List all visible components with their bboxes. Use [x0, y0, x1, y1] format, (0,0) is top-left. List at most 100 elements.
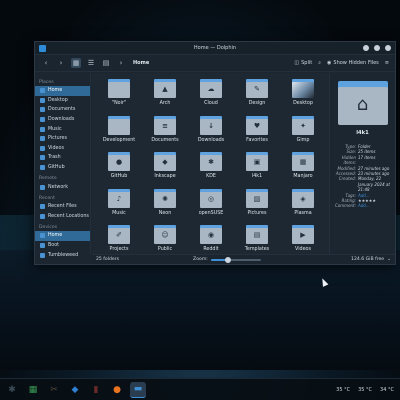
- place-icon: [40, 204, 45, 210]
- terminal-icon[interactable]: ▮: [88, 382, 104, 398]
- folder-item[interactable]: ▣ l4k1: [234, 150, 280, 187]
- temperature-readout[interactable]: 35 °C: [358, 387, 372, 393]
- minimize-button[interactable]: [363, 45, 369, 51]
- favorites-folder-icon: ♥: [246, 115, 268, 135]
- folder-emblem-icon: ☁: [207, 85, 215, 93]
- folder-emblem-icon: ♪: [116, 194, 122, 203]
- sidebar-item-videos[interactable]: Videos: [35, 144, 90, 154]
- app-launcher-icon[interactable]: ✱: [4, 382, 20, 398]
- sidebar-section-title: Devices: [39, 225, 58, 231]
- sidebar-item-home[interactable]: Home: [35, 86, 90, 96]
- sidebar-item-downloads[interactable]: Downloads: [35, 115, 90, 125]
- folder-name: l4k1: [251, 174, 263, 179]
- app-store-icon[interactable]: ◆: [67, 382, 83, 398]
- folder-name: Design: [248, 101, 266, 106]
- sidebar-item-tumbleweed[interactable]: Tumbleweed: [35, 250, 90, 260]
- folder-item[interactable]: ♥ Favorites: [234, 114, 280, 151]
- sidebar-item-github[interactable]: GitHub: [35, 163, 90, 173]
- title-bar[interactable]: Home — Dolphin: [35, 42, 395, 55]
- info-key: Created:: [338, 176, 356, 182]
- hamburger-menu-button[interactable]: ≡: [385, 60, 389, 66]
- sidebar-item-pictures[interactable]: Pictures: [35, 134, 90, 144]
- temperature-readout[interactable]: 34 °C: [380, 387, 394, 393]
- sidebar-item-desktop[interactable]: Desktop: [35, 96, 90, 106]
- sidebar-item-label: Desktop: [48, 97, 68, 103]
- sidebar-item-network[interactable]: Network: [35, 182, 90, 192]
- file-grid: "Noir" ▲ Arch ☁ Cloud ✎ Design Desktop Developme…: [92, 73, 330, 260]
- folder-item[interactable]: ☁ Cloud: [188, 77, 234, 114]
- opensuse-folder-icon: ◎: [200, 188, 222, 208]
- sidebar-item-home[interactable]: Home: [35, 231, 90, 241]
- show-hidden-files-label: Show Hidden Files: [333, 60, 379, 66]
- templates-folder-icon: ▤: [246, 225, 268, 244]
- breadcrumb[interactable]: Home: [133, 60, 149, 66]
- info-key: Comment:: [335, 203, 356, 209]
- split-button[interactable]: ◫ Split: [294, 60, 312, 66]
- folder-item[interactable]: ↓ Downloads: [188, 114, 234, 151]
- forward-arrow-icon[interactable]: ›: [56, 58, 66, 68]
- music-folder-icon: ♪: [108, 188, 130, 208]
- chevron-down-icon[interactable]: ⌄: [387, 257, 391, 262]
- place-icon: [40, 107, 45, 113]
- tools-icon[interactable]: ✂: [46, 382, 62, 398]
- folder-item[interactable]: ▲ Arch: [142, 77, 188, 114]
- details-view-icon[interactable]: ▤: [101, 58, 111, 68]
- dolphin-app-icon[interactable]: [39, 45, 46, 52]
- compact-view-icon[interactable]: ☰: [86, 58, 96, 68]
- file-view[interactable]: "Noir" ▲ Arch ☁ Cloud ✎ Design Desktop Developme…: [92, 73, 330, 254]
- folder-item[interactable]: Development: [96, 114, 142, 151]
- folder-name: Music: [112, 210, 126, 216]
- folder-item[interactable]: ▦ Manjaro: [280, 150, 326, 187]
- folder-item[interactable]: ▨ Pictures: [234, 187, 280, 224]
- sidebar-item-label: Home: [48, 88, 63, 94]
- sidebar-item-recent-locations[interactable]: Recent Locations: [35, 212, 90, 222]
- folder-emblem-icon: ✐: [116, 231, 122, 239]
- sidebar-item-label: Downloads: [48, 117, 75, 123]
- sidebar-item-trash[interactable]: Trash: [35, 153, 90, 163]
- sidebar-item-boot[interactable]: Boot: [35, 241, 90, 251]
- information-panel: ⌂ l4k1 Type: Folder Size: 25 items Hidden it…: [329, 73, 395, 254]
- folder-item[interactable]: ✎ Design: [234, 77, 280, 114]
- show-hidden-files-button[interactable]: ◉ Show Hidden Files: [327, 60, 379, 66]
- close-button[interactable]: [385, 45, 391, 51]
- sidebar-item-label: Recent Locations: [48, 213, 89, 219]
- info-value[interactable]: Add...: [358, 203, 395, 208]
- folder-name: Arch: [159, 101, 171, 106]
- development-folder-icon: [108, 115, 130, 135]
- search-button[interactable]: ⌕: [318, 60, 321, 66]
- firefox-icon[interactable]: ●: [109, 382, 125, 398]
- zoom-slider[interactable]: [210, 256, 261, 263]
- folder-name: Pictures: [247, 210, 267, 216]
- folder-emblem-icon: ◎: [207, 194, 215, 203]
- folder-item[interactable]: ≡ Documents: [142, 114, 188, 151]
- back-arrow-icon[interactable]: ‹: [41, 58, 51, 68]
- info-row: Comment: Add...: [330, 203, 395, 208]
- desktop-folder-icon: [292, 79, 314, 98]
- folder-item[interactable]: ● GitHub: [96, 150, 142, 187]
- reddit-folder-icon: ◉: [200, 225, 222, 244]
- zoom-slider-handle[interactable]: [225, 256, 232, 263]
- place-icon: [40, 233, 45, 239]
- icons-view-icon[interactable]: ▦: [71, 58, 81, 68]
- folder-name: Downloads: [197, 137, 225, 143]
- sidebar-item-documents[interactable]: Documents: [35, 105, 90, 115]
- dolphin-icon[interactable]: ▬: [130, 381, 146, 398]
- folder-item[interactable]: ♪ Music: [96, 187, 142, 224]
- folder-item[interactable]: ◈ Plasma: [280, 187, 326, 224]
- maximize-button[interactable]: [374, 45, 380, 51]
- folder-item[interactable]: ◎ openSUSE: [188, 187, 234, 224]
- folder-item[interactable]: "Noir": [96, 77, 142, 114]
- folder-item[interactable]: ✱ KDE: [188, 150, 234, 187]
- system-monitor-icon[interactable]: ▦: [25, 382, 41, 398]
- eye-icon: ◉: [327, 60, 332, 66]
- folder-item[interactable]: ✦ Gimp: [280, 114, 326, 151]
- folder-item[interactable]: ◆ Inkscape: [142, 150, 188, 187]
- folder-item[interactable]: Desktop: [280, 77, 326, 114]
- temperature-readout[interactable]: 35 °C: [336, 387, 350, 393]
- wallpaper-lake: [0, 250, 400, 370]
- sidebar-item-music[interactable]: Music: [35, 124, 90, 134]
- inkscape-folder-icon: ◆: [154, 152, 176, 171]
- sidebar-item-recent-files[interactable]: Recent Files: [35, 202, 90, 212]
- place-icon: [40, 252, 45, 258]
- folder-item[interactable]: ✺ Neon: [142, 187, 188, 224]
